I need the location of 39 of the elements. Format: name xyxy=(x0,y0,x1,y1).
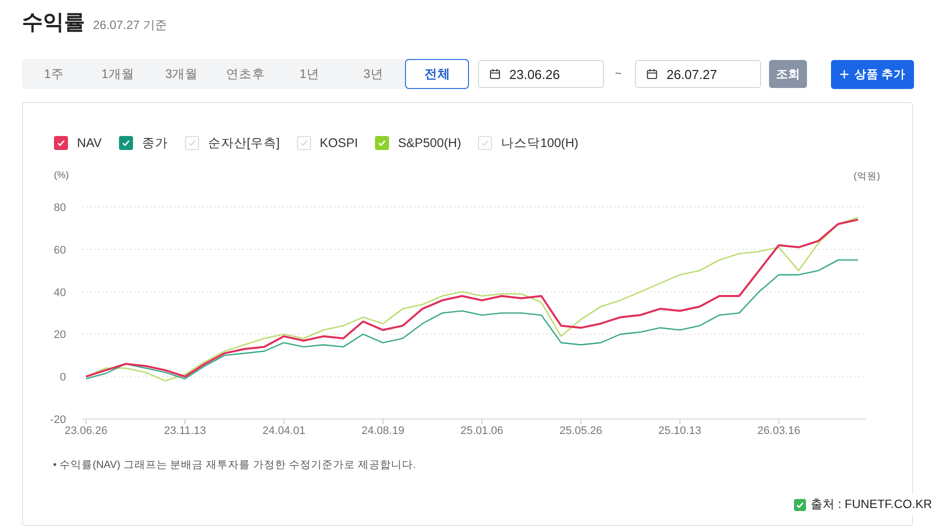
y-tick-label: 20 xyxy=(54,329,66,342)
x-tick-label: 24.08.19 xyxy=(362,425,404,437)
add-product-button[interactable]: + 상품 추가 xyxy=(830,60,914,88)
range-separator: ~ xyxy=(615,68,622,80)
period-tab[interactable]: 연초후 xyxy=(214,59,278,89)
legend-toggle[interactable]: 순자산[우측] xyxy=(184,134,280,152)
x-tick-label: 23.11.13 xyxy=(164,425,206,437)
x-tick-label: 25.01.06 xyxy=(460,425,504,437)
y-tick-label: 0 xyxy=(60,372,66,384)
legend-toggle[interactable]: KOSPI xyxy=(296,136,358,150)
y-tick-label: 60 xyxy=(54,244,66,256)
x-tick-label: 23.06.26 xyxy=(64,425,108,437)
y-tick-label: 40 xyxy=(54,286,66,299)
page-title: 수익률 xyxy=(22,10,85,36)
y-tick-label: 80 xyxy=(54,202,66,214)
legend-toggle[interactable]: 종가 xyxy=(118,134,168,152)
period-tab[interactable]: 1개월 xyxy=(86,59,150,89)
plus-icon: + xyxy=(839,66,850,82)
x-tick-label: 25.05.26 xyxy=(559,425,602,437)
axis-unit: (%) xyxy=(54,170,69,183)
x-tick-label: 25.10.13 xyxy=(658,425,702,437)
period-tab[interactable]: 1주 xyxy=(22,59,86,89)
period-tab[interactable]: 1년 xyxy=(278,59,342,89)
y-tick-label: -20 xyxy=(50,414,66,426)
x-tick-label: 26.03.16 xyxy=(757,425,800,437)
period-tab[interactable]: 3개월 xyxy=(150,59,214,89)
source-label: 출처 : FUNETF.CO.KR xyxy=(810,496,932,513)
date-field[interactable]: 23.06.26 xyxy=(478,60,604,88)
query-button[interactable]: 조회 xyxy=(769,60,807,88)
legend-toggle[interactable]: NAV xyxy=(54,136,102,150)
legend-toggle[interactable]: S&P500(H) xyxy=(374,136,462,150)
period-tab[interactable]: 전체 xyxy=(405,59,470,89)
date-field[interactable]: 26.07.27 xyxy=(635,60,762,88)
x-tick-label: 24.04.01 xyxy=(262,425,306,437)
axis-unit: (억원) xyxy=(854,170,880,183)
period-tab[interactable]: 3년 xyxy=(341,59,406,89)
footnote: • 수익률(NAV) 그래프는 분배금 재투자를 가정한 수정기준가로 제공합니다. xyxy=(53,458,417,472)
as-of-date: 26.07.27 기준 xyxy=(93,17,168,34)
legend-toggle[interactable]: 나스닥100(H) xyxy=(478,134,578,152)
